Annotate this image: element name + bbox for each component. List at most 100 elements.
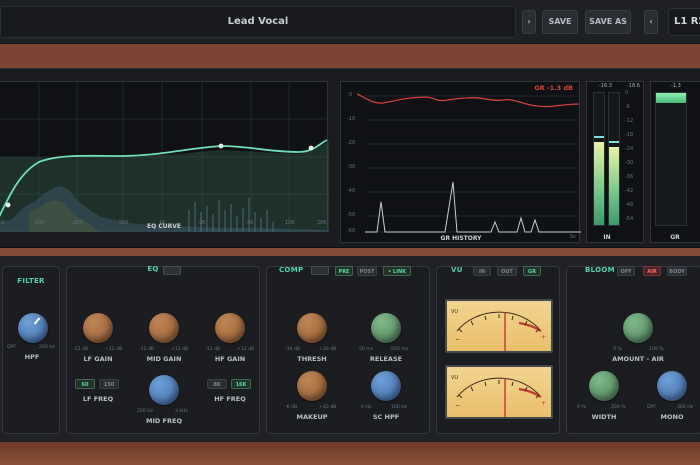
in-peak-right: -18.6 <box>627 83 640 89</box>
wood-base <box>0 442 700 465</box>
eq-tick: 100 <box>35 220 45 226</box>
mono-min: OFF <box>647 405 656 410</box>
sc-hpf-knob[interactable] <box>371 371 401 401</box>
mid-freq-label: MID FREQ <box>146 417 182 425</box>
in-scale-tick: -6 <box>625 104 630 110</box>
eq-title: EQ <box>147 265 159 273</box>
gr-tick: -50 <box>347 212 356 218</box>
mid-gain-knob[interactable] <box>149 313 179 343</box>
gr-tick: -20 <box>347 140 356 146</box>
in-meter-right-fill <box>609 147 619 225</box>
vu-out-button[interactable]: OUT <box>497 266 517 276</box>
amount-air-knob[interactable] <box>623 313 653 343</box>
mid-gain-max: +12 dB <box>171 347 189 352</box>
eq-tick: 20K <box>317 220 327 226</box>
gr-history-label: GR HISTORY <box>440 235 482 242</box>
comp-post-button[interactable]: POST <box>357 266 377 276</box>
thresh-max: +20 dB <box>319 347 337 352</box>
amount-max: 100 % <box>649 347 664 352</box>
svg-text:−: − <box>455 402 460 409</box>
in-scale-tick: -24 <box>625 146 634 152</box>
mono-knob[interactable] <box>657 371 687 401</box>
eq-enable-toggle[interactable] <box>163 266 181 275</box>
lf-gain-min: -12 dB <box>73 347 89 352</box>
thresh-knob[interactable] <box>297 313 327 343</box>
vu-meter-bottom: VU + − <box>445 365 553 419</box>
lf-gain-max: +12 dB <box>105 347 123 352</box>
gr-history-display: GR -1.3 dB 0 -10 -20 -30 -40 -50 -60 5s … <box>340 81 581 243</box>
thresh-label: THRESH <box>297 355 327 363</box>
hf-gain-label: HF GAIN <box>214 355 246 363</box>
lf-gain-knob[interactable] <box>83 313 113 343</box>
next-preset-button[interactable]: › <box>522 10 536 34</box>
thresh-min: -30 dB <box>285 347 301 352</box>
vu-section: VU IN OUT GR VU + − VU + − <box>436 266 560 434</box>
hpf-knob[interactable] <box>18 313 48 343</box>
gr-x-end: 5s <box>570 234 576 240</box>
preset-name-field[interactable]: Lead Vocal <box>0 6 516 38</box>
prev-channel-button[interactable]: ‹ <box>644 10 658 34</box>
channel-label: L1 R2 <box>674 16 700 27</box>
input-meter: -16.3 -18.6 0 -6 -12 -18 -24 -30 -36 -42… <box>586 81 644 243</box>
in-peak-left: -16.3 <box>599 83 612 89</box>
gr-meter-track <box>655 92 687 226</box>
hpf-label: HPF <box>24 353 40 361</box>
makeup-knob[interactable] <box>297 371 327 401</box>
controls-panel: FILTER OFF 250 Hz HPF EQ -12 dB +12 dB L… <box>0 256 700 442</box>
release-max: 500 ms <box>391 347 409 352</box>
vu-gr-button[interactable]: GR <box>523 266 541 276</box>
gr-tick: 0 <box>349 92 353 98</box>
lf-freq-150-button[interactable]: 150 <box>99 379 119 389</box>
vu-meter-top-face: VU + − <box>451 309 546 351</box>
save-button[interactable]: SAVE <box>542 10 578 34</box>
eq-tick: 200 <box>73 220 83 226</box>
chevron-left-icon: ‹ <box>649 17 653 26</box>
preset-name: Lead Vocal <box>227 16 289 27</box>
vu-meter-top: VU + − <box>445 299 553 353</box>
release-min: 50 ms <box>359 347 374 352</box>
vu-in-button[interactable]: IN <box>473 266 491 276</box>
vu-meter-bottom-face: VU + − <box>451 375 546 417</box>
in-peak-hold-right <box>609 141 619 143</box>
mono-max: 300 Hz <box>677 405 694 410</box>
vu-title: VU <box>451 266 463 274</box>
in-meter-left-fill <box>594 142 604 225</box>
comp-enable-toggle[interactable] <box>311 266 329 275</box>
comp-link-button[interactable]: • LINK <box>383 266 411 276</box>
in-peak-hold-left <box>594 136 604 138</box>
hf-freq-16k-button[interactable]: 16K <box>231 379 251 389</box>
in-scale-tick: -12 <box>625 118 634 124</box>
mid-freq-max: 3 kHz <box>175 409 188 414</box>
analysis-panel: 0 100 200 500 1K 2K 5K 10K 20K EQ CURVE <box>0 68 700 248</box>
bloom-off-button[interactable]: OFF <box>617 266 635 276</box>
hf-freq-8k-button[interactable]: 8K <box>207 379 227 389</box>
gr-meter-label: GR <box>670 234 680 241</box>
svg-text:−: − <box>455 336 460 343</box>
gr-readout: GR -1.3 dB <box>534 84 573 92</box>
width-knob[interactable] <box>589 371 619 401</box>
width-max: 200 % <box>611 405 626 410</box>
gr-meter-fill <box>656 93 686 103</box>
comp-pre-button[interactable]: PRE <box>335 266 353 276</box>
hf-gain-knob[interactable] <box>215 313 245 343</box>
hf-freq-label: HF FREQ <box>214 395 246 403</box>
lf-freq-60-button[interactable]: 60 <box>75 379 95 389</box>
release-knob[interactable] <box>371 313 401 343</box>
mid-freq-knob[interactable] <box>149 375 179 405</box>
bloom-air-button[interactable]: AIR <box>643 266 661 276</box>
in-meter-left-track <box>593 92 605 226</box>
gr-tick: -30 <box>347 164 356 170</box>
gr-tick: -40 <box>347 188 356 194</box>
bloom-body-button[interactable]: BODY <box>667 266 687 276</box>
svg-text:+: + <box>541 334 546 341</box>
filter-title: FILTER <box>17 277 45 285</box>
amount-air-label: AMOUNT - AIR <box>612 355 664 363</box>
gr-history-graph <box>356 93 581 233</box>
channel-selector[interactable]: L1 R2 <box>668 8 700 36</box>
plugin-window: Lead Vocal › SAVE SAVE AS ‹ L1 R2 <box>0 0 700 465</box>
eq-curve-display: 0 100 200 500 1K 2K 5K 10K 20K EQ CURVE <box>0 81 329 232</box>
gr-tick: -10 <box>347 116 356 122</box>
bloom-section: BLOOM OFF AIR BODY 0 % 100 % AMOUNT - AI… <box>566 266 700 434</box>
save-as-button[interactable]: SAVE AS <box>585 10 631 34</box>
sc-hpf-min: 0 Hz <box>361 405 372 410</box>
